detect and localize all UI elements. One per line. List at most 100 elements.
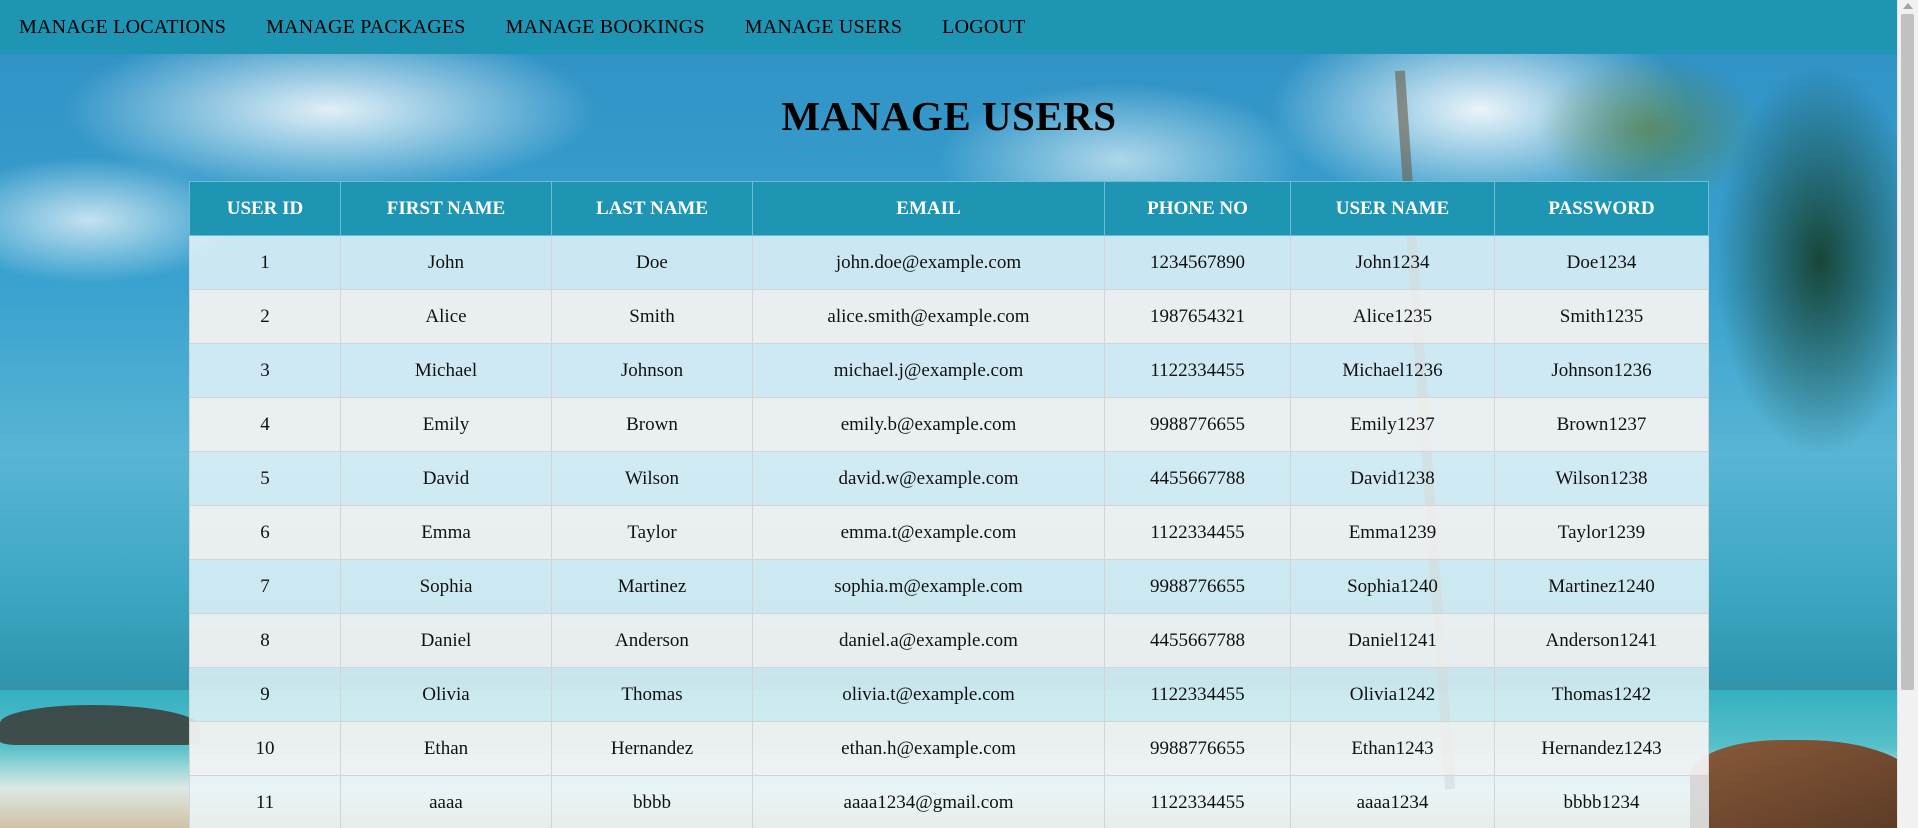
top-navbar: MANAGE LOCATIONS MANAGE PACKAGES MANAGE … (0, 0, 1918, 54)
vertical-scrollbar[interactable] (1897, 0, 1918, 828)
cell-last-name: Taylor (551, 505, 753, 560)
cell-phone-no: 9988776655 (1104, 721, 1291, 776)
column-header-password: PASSWORD (1494, 181, 1709, 236)
cell-user-id: 8 (189, 613, 341, 668)
nav-manage-locations[interactable]: MANAGE LOCATIONS (19, 0, 226, 54)
cell-phone-no: 1122334455 (1104, 343, 1291, 398)
cell-user-id: 5 (189, 451, 341, 506)
cell-last-name: Doe (551, 235, 753, 290)
cell-email: david.w@example.com (752, 451, 1105, 506)
cell-password: bbbb1234 (1494, 775, 1709, 828)
cell-last-name: Anderson (551, 613, 753, 668)
cell-password: Smith1235 (1494, 289, 1709, 344)
cell-user-name: Alice1235 (1290, 289, 1495, 344)
cell-password: Hernandez1243 (1494, 721, 1709, 776)
cell-email: emily.b@example.com (752, 397, 1105, 452)
users-table: USER ID FIRST NAME LAST NAME EMAIL PHONE NO U… (189, 181, 1709, 828)
table-row: 10 Ethan Hernandez ethan.h@example.com 99887… (189, 721, 1709, 776)
table-body: 1 John Doe john.doe@example.com 1234567890 Jo… (189, 235, 1709, 828)
cell-first-name: Ethan (340, 721, 552, 776)
table-row: 9 Olivia Thomas olivia.t@example.com 1122334… (189, 667, 1709, 722)
cell-first-name: Michael (340, 343, 552, 398)
scrollbar-thumb[interactable] (1901, 14, 1914, 690)
column-header-user-name: USER NAME (1290, 181, 1495, 236)
cell-user-name: Daniel1241 (1290, 613, 1495, 668)
nav-manage-bookings[interactable]: MANAGE BOOKINGS (506, 0, 705, 54)
table-row: 2 Alice Smith alice.smith@example.com 198765… (189, 289, 1709, 344)
cell-user-id: 4 (189, 397, 341, 452)
cell-email: alice.smith@example.com (752, 289, 1105, 344)
background-rocks-right (1690, 740, 1918, 828)
cell-first-name: aaaa (340, 775, 552, 828)
cell-password: Doe1234 (1494, 235, 1709, 290)
cell-last-name: bbbb (551, 775, 753, 828)
cell-phone-no: 4455667788 (1104, 451, 1291, 506)
table-header: USER ID FIRST NAME LAST NAME EMAIL PHONE NO U… (189, 181, 1709, 236)
nav-logout[interactable]: LOGOUT (942, 0, 1025, 54)
cell-user-id: 3 (189, 343, 341, 398)
cell-last-name: Hernandez (551, 721, 753, 776)
cell-email: aaaa1234@gmail.com (752, 775, 1105, 828)
background-rocks-left (0, 705, 200, 745)
table-row: 1 John Doe john.doe@example.com 1234567890 Jo… (189, 235, 1709, 290)
table-row: 8 Daniel Anderson daniel.a@example.com 44556… (189, 613, 1709, 668)
cell-user-id: 6 (189, 505, 341, 560)
cell-phone-no: 9988776655 (1104, 559, 1291, 614)
table-row: 4 Emily Brown emily.b@example.com 9988776655… (189, 397, 1709, 452)
cell-email: olivia.t@example.com (752, 667, 1105, 722)
column-header-user-id: USER ID (189, 181, 341, 236)
cell-last-name: Martinez (551, 559, 753, 614)
cell-user-name: Olivia1242 (1290, 667, 1495, 722)
table-row: 3 Michael Johnson michael.j@example.com 1122… (189, 343, 1709, 398)
cell-phone-no: 1122334455 (1104, 667, 1291, 722)
table-row: 6 Emma Taylor emma.t@example.com 1122334455 E… (189, 505, 1709, 560)
cell-first-name: John (340, 235, 552, 290)
cell-user-name: Michael1236 (1290, 343, 1495, 398)
cell-last-name: Thomas (551, 667, 753, 722)
cell-user-name: John1234 (1290, 235, 1495, 290)
column-header-phone-no: PHONE NO (1104, 181, 1291, 236)
cell-email: michael.j@example.com (752, 343, 1105, 398)
column-header-first-name: FIRST NAME (340, 181, 552, 236)
cell-user-name: David1238 (1290, 451, 1495, 506)
cell-email: emma.t@example.com (752, 505, 1105, 560)
cell-phone-no: 4455667788 (1104, 613, 1291, 668)
cell-phone-no: 1234567890 (1104, 235, 1291, 290)
cell-user-id: 1 (189, 235, 341, 290)
cell-first-name: Daniel (340, 613, 552, 668)
cell-phone-no: 9988776655 (1104, 397, 1291, 452)
table-row: 5 David Wilson david.w@example.com 445566778… (189, 451, 1709, 506)
cell-user-id: 7 (189, 559, 341, 614)
cell-password: Brown1237 (1494, 397, 1709, 452)
cell-phone-no: 1122334455 (1104, 505, 1291, 560)
cell-email: sophia.m@example.com (752, 559, 1105, 614)
cell-first-name: Olivia (340, 667, 552, 722)
cell-email: daniel.a@example.com (752, 613, 1105, 668)
cell-last-name: Wilson (551, 451, 753, 506)
cell-first-name: Sophia (340, 559, 552, 614)
cell-password: Taylor1239 (1494, 505, 1709, 560)
cell-email: ethan.h@example.com (752, 721, 1105, 776)
cell-user-id: 9 (189, 667, 341, 722)
cell-last-name: Brown (551, 397, 753, 452)
cell-first-name: Emily (340, 397, 552, 452)
table-row: 11 aaaa bbbb aaaa1234@gmail.com 1122334455 aa… (189, 775, 1709, 828)
column-header-email: EMAIL (752, 181, 1105, 236)
cell-password: Martinez1240 (1494, 559, 1709, 614)
column-header-last-name: LAST NAME (551, 181, 753, 236)
cell-last-name: Smith (551, 289, 753, 344)
cell-password: Anderson1241 (1494, 613, 1709, 668)
cell-email: john.doe@example.com (752, 235, 1105, 290)
cell-user-id: 2 (189, 289, 341, 344)
nav-manage-packages[interactable]: MANAGE PACKAGES (266, 0, 466, 54)
cell-first-name: Emma (340, 505, 552, 560)
cell-first-name: Alice (340, 289, 552, 344)
cell-user-id: 10 (189, 721, 341, 776)
nav-manage-users[interactable]: MANAGE USERS (745, 0, 902, 54)
scroll-up-arrow-icon[interactable] (1903, 3, 1913, 9)
cell-password: Thomas1242 (1494, 667, 1709, 722)
cell-user-name: Ethan1243 (1290, 721, 1495, 776)
page-title: MANAGE USERS (781, 93, 1117, 139)
cell-first-name: David (340, 451, 552, 506)
cell-phone-no: 1987654321 (1104, 289, 1291, 344)
